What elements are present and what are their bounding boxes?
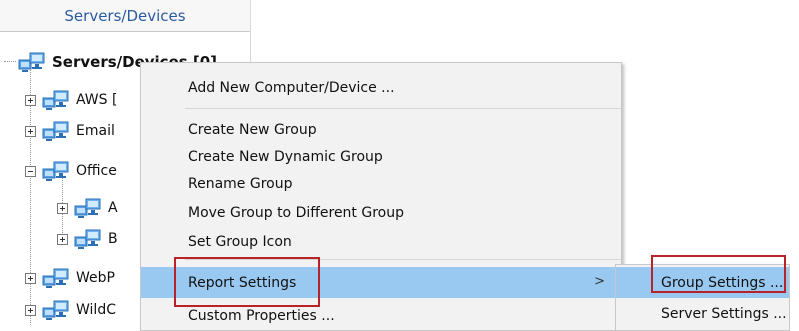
expand-plus-icon[interactable] — [57, 202, 68, 214]
expand-plus-icon[interactable] — [25, 94, 36, 106]
menu-item-set-group-icon[interactable]: Set Group Icon — [141, 226, 621, 257]
server-group-icon — [18, 51, 46, 73]
menu-separator — [185, 108, 621, 109]
menu-item-label: Server Settings ... — [661, 305, 787, 322]
menu-item-label: Add New Computer/Device ... — [188, 79, 395, 96]
tree-node-label: AWS [ — [76, 92, 118, 108]
server-group-icon — [42, 160, 70, 182]
tree-node[interactable]: Office — [25, 157, 117, 185]
server-group-icon — [42, 89, 70, 111]
tree-node-label: A — [108, 200, 118, 216]
menu-item-label: Set Group Icon — [188, 233, 292, 250]
tree-node[interactable]: AWS [ — [25, 86, 117, 114]
menu-item-label: Move Group to Different Group — [188, 204, 404, 221]
menu-item-label: Custom Properties ... — [188, 307, 335, 324]
expand-plus-icon[interactable] — [25, 125, 36, 137]
tree-node-label: Email — [76, 123, 115, 139]
server-group-icon — [42, 267, 70, 289]
annotation-highlight-box — [174, 257, 320, 307]
menu-item-add-device[interactable]: Add New Computer/Device ... — [141, 72, 621, 103]
expand-plus-icon[interactable] — [57, 233, 68, 245]
server-group-icon — [42, 299, 70, 321]
tree-node-label: WebP — [76, 270, 115, 286]
tree-node-label: B — [108, 231, 118, 247]
menu-item-label: Create New Group — [188, 121, 317, 138]
tree-node[interactable]: B — [57, 225, 118, 253]
collapse-minus-icon[interactable] — [25, 165, 36, 177]
tree-header[interactable]: Servers/Devices — [0, 0, 250, 32]
menu-item-rename-group[interactable]: Rename Group — [141, 168, 621, 199]
tree-node[interactable]: Email — [25, 117, 115, 145]
menu-item-server-settings[interactable]: Server Settings ... — [616, 298, 789, 329]
server-group-icon — [74, 228, 102, 250]
tree-node-label: WildC — [76, 302, 116, 318]
annotation-highlight-box — [651, 255, 786, 293]
tree-node[interactable]: WebP — [25, 264, 115, 292]
tree-node[interactable]: WildC — [25, 296, 116, 324]
tree-connector — [4, 61, 16, 62]
menu-item-move-group[interactable]: Move Group to Different Group — [141, 197, 621, 228]
tree-node[interactable]: A — [57, 194, 118, 222]
server-group-icon — [74, 197, 102, 219]
tree-node-label: Office — [76, 163, 117, 179]
menu-item-label: Rename Group — [188, 175, 293, 192]
expand-plus-icon[interactable] — [25, 304, 36, 316]
menu-item-label: Create New Dynamic Group — [188, 148, 383, 165]
server-group-icon — [42, 120, 70, 142]
submenu-arrow-icon: > — [594, 274, 605, 289]
expand-plus-icon[interactable] — [25, 272, 36, 284]
